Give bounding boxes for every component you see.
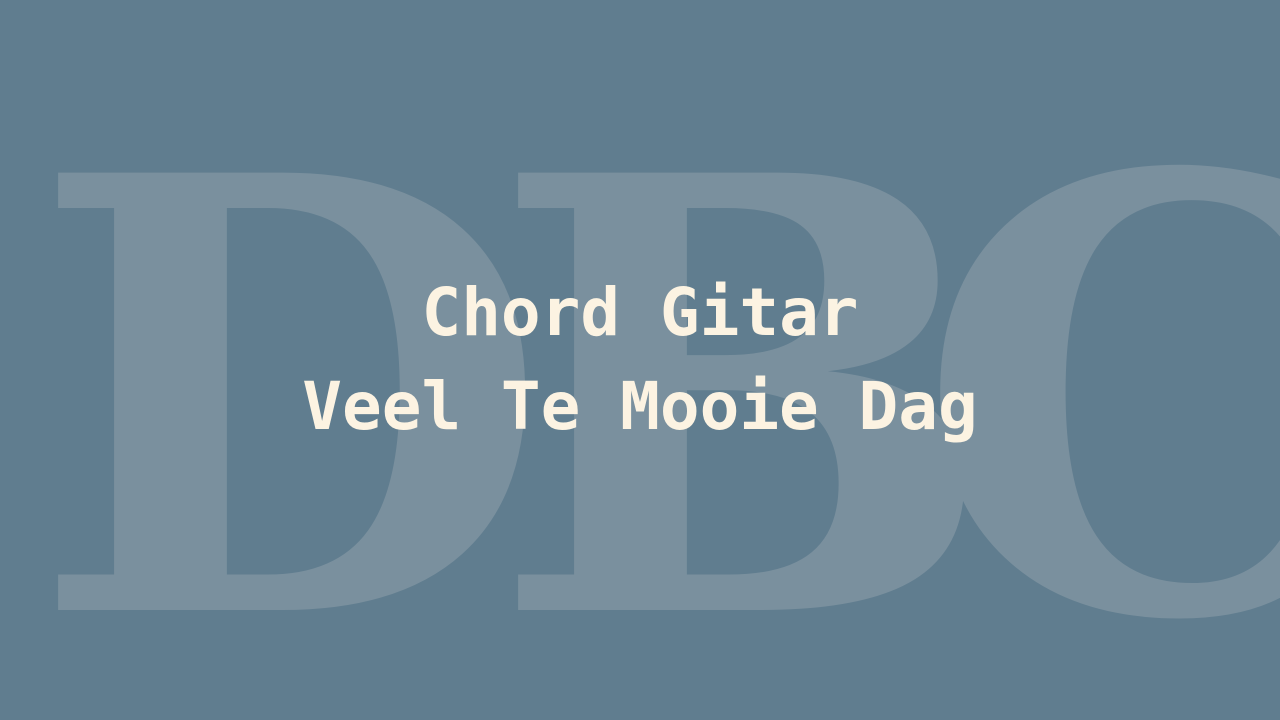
title-line-2: Veel Te Mooie Dag xyxy=(302,368,978,445)
title-block: Chord Gitar Veel Te Mooie Dag xyxy=(0,0,1280,720)
title-line-1: Chord Gitar xyxy=(421,274,859,351)
